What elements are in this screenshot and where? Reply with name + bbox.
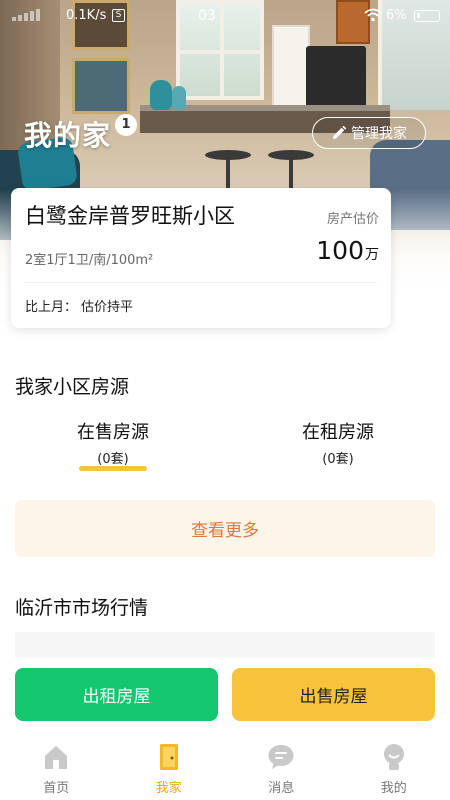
compare-value: 估价持平 [81, 300, 134, 315]
tab-for-rent-label: 在租房源 [302, 422, 374, 443]
price-unit: 万 [365, 247, 379, 263]
message-icon [268, 745, 294, 769]
manage-home-button[interactable]: 管理我家 [312, 117, 426, 149]
market-section-title: 临沂市市场行情 [15, 597, 149, 619]
nav-label-profile: 我的 [380, 781, 407, 796]
active-tab-indicator [79, 466, 147, 471]
property-card[interactable]: 白鹭金岸普罗旺斯小区 2室1厅1卫/南/100m² 房产估价 100 万 比上月… [11, 188, 391, 328]
edit-pencil-icon [333, 125, 347, 139]
price-estimate: 100 万 [316, 236, 379, 265]
status-time: 03 [198, 8, 216, 24]
listings-section-title: 我家小区房源 [15, 376, 130, 398]
tab-for-sale-label: 在售房源 [77, 422, 149, 443]
home-count-badge: 1 [115, 114, 138, 136]
market-content-area [15, 632, 435, 658]
nav-label-home: 首页 [43, 781, 70, 796]
nav-item-home[interactable]: 首页 [0, 735, 113, 800]
month-comparison: 比上月： 估价持平 [25, 296, 133, 315]
property-name: 白鹭金岸普罗旺斯小区 [25, 204, 235, 228]
profile-icon [383, 744, 404, 770]
rent-out-house-button[interactable]: 出租房屋 [15, 668, 218, 721]
status-bar: 0.1K/s S 03 6% [0, 0, 450, 32]
sell-house-button[interactable]: 出售房屋 [232, 668, 435, 721]
bottom-nav: 首页 我家 消息 我的 [0, 735, 450, 800]
page-header: 我的家 1 [24, 114, 138, 154]
nav-item-my-home[interactable]: 我家 [113, 735, 226, 800]
tab-for-sale[interactable]: 在售房源 (0套) [33, 418, 193, 467]
data-saver-icon: S [112, 9, 125, 22]
signal-icon [12, 9, 52, 21]
network-speed: 0.1K/s [66, 8, 107, 23]
property-detail: 2室1厅1卫/南/100m² [25, 253, 154, 268]
manage-home-label: 管理我家 [351, 126, 407, 142]
compare-label: 比上月： [25, 300, 78, 315]
nav-label-messages: 消息 [268, 781, 295, 796]
door-icon [159, 744, 178, 770]
nav-label-my-home: 我家 [155, 781, 182, 796]
tab-for-rent[interactable]: 在租房源 (0套) [258, 418, 418, 467]
price-value: 100 [316, 236, 364, 265]
nav-item-messages[interactable]: 消息 [225, 735, 338, 800]
tab-for-rent-count: (0套) [322, 452, 354, 467]
home-icon [45, 746, 68, 769]
wifi-icon [364, 8, 382, 22]
tab-for-sale-count: (0套) [97, 452, 129, 467]
battery-icon [414, 10, 440, 22]
card-divider [25, 282, 377, 283]
page-title: 我的家 [24, 119, 112, 152]
nav-item-profile[interactable]: 我的 [338, 735, 450, 800]
battery-percent: 6% [386, 8, 407, 23]
price-label: 房产估价 [326, 212, 379, 227]
view-more-button[interactable]: 查看更多 [15, 500, 435, 557]
